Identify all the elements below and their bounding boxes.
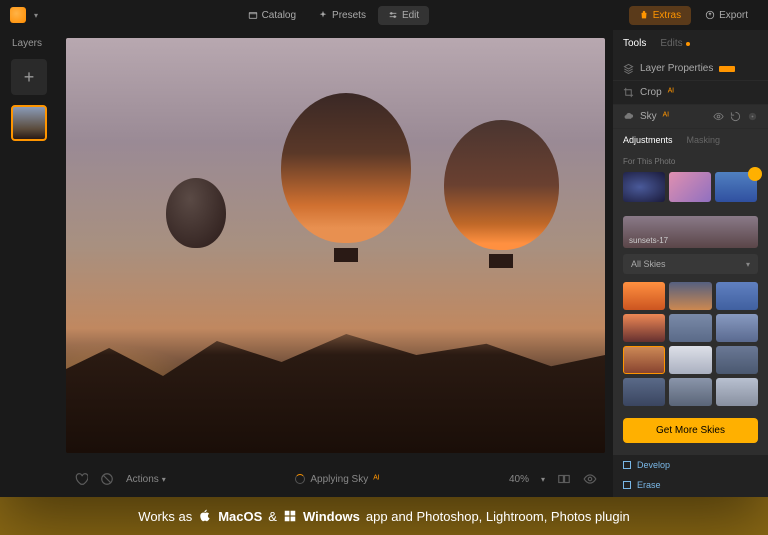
crop-icon [623,87,634,98]
app-window: ▾ Catalog Presets Edit Extras [0,0,768,497]
preview-icon[interactable] [583,472,597,486]
app-logo-icon[interactable] [10,7,26,23]
ai-badge: ᴬᴵ [373,474,379,485]
image-canvas[interactable] [66,38,605,453]
catalog-button[interactable]: Catalog [238,6,306,25]
develop-tool[interactable]: Develop [613,455,768,475]
layers-panel: Layers + [0,30,58,497]
balloon-3 [444,120,559,250]
sky-category-dropdown[interactable]: All Skies ▾ [623,254,758,274]
sub-tab-masking[interactable]: Masking [687,135,721,145]
mountains [66,313,605,453]
sky-thumb[interactable] [669,378,711,406]
export-button[interactable]: Export [695,6,758,25]
for-this-photo-label: For This Photo [613,151,768,169]
tab-edits[interactable]: Edits [660,38,689,49]
sky-thumb[interactable] [716,378,758,406]
edits-dot-icon [686,42,690,46]
status-indicator: Applying Sky ᴬᴵ [295,474,379,485]
export-label: Export [719,10,748,21]
sub-tab-adjustments[interactable]: Adjustments [623,135,673,145]
menu-icon[interactable] [747,111,758,122]
layers-title: Layers [8,38,42,49]
ai-badge: ᴬᴵ [663,111,669,122]
develop-icon [623,461,631,469]
layers-icon [623,63,634,74]
sky-thumb[interactable] [716,346,758,374]
current-sky-preset[interactable]: sunsets-17 [623,216,758,248]
sky-thumb[interactable] [623,314,665,342]
balloon-1 [166,178,226,248]
caption-windows: Windows [303,509,360,524]
export-icon [705,10,715,20]
canvas-area: Actions▾ Applying Sky ᴬᴵ 40%▾ [58,30,613,497]
erase-tool[interactable]: Erase [613,475,768,495]
caption-bar: Works as MacOS & Windows app and Photosh… [0,497,768,535]
edit-label: Edit [402,10,419,21]
view-switcher: Catalog Presets Edit [238,6,430,25]
favorite-icon[interactable] [74,472,88,486]
compare-icon[interactable] [557,472,571,486]
presets-button[interactable]: Presets [308,6,376,25]
ai-badge: ᴬᴵ [668,87,674,98]
erase-icon [623,481,631,489]
apple-icon [198,509,212,523]
zoom-level[interactable]: 40% [509,474,529,485]
caption-suffix: app and Photoshop, Lightroom, Photos plu… [366,509,630,524]
sky-thumb[interactable] [716,282,758,310]
presets-label: Presets [332,10,366,21]
spinner-icon [295,474,305,484]
layer-thumbnail[interactable] [11,105,47,141]
get-more-skies-button[interactable]: Get More Skies [623,418,758,443]
suggestion-thumb-1[interactable] [623,172,665,202]
layer-properties-row[interactable]: Layer Properties [613,57,768,81]
tools-panel: Tools Edits Layer Properties Crop ᴬᴵ Sky… [613,30,768,497]
caption-prefix: Works as [138,509,192,524]
windows-icon [283,509,297,523]
premium-badge-icon [748,167,762,181]
chevron-down-icon: ▾ [746,260,750,269]
sky-row[interactable]: Sky ᴬᴵ [613,105,768,129]
tab-tools[interactable]: Tools [623,38,646,49]
extras-label: Extras [653,10,681,21]
reset-icon[interactable] [730,111,741,122]
bag-icon [639,10,649,20]
sky-thumb[interactable] [623,378,665,406]
status-text: Applying Sky [310,474,368,485]
balloon-2 [281,93,411,243]
actions-dropdown[interactable]: Actions▾ [126,474,166,485]
bottom-toolbar: Actions▾ Applying Sky ᴬᴵ 40%▾ [58,461,613,497]
caption-amp: & [268,509,277,524]
sliders-icon [388,10,398,20]
cloud-icon [623,111,634,122]
sky-thumb-selected[interactable] [623,346,665,374]
menubar: ▾ Catalog Presets Edit Extras [0,0,768,30]
crop-row[interactable]: Crop ᴬᴵ [613,81,768,105]
sky-thumb[interactable] [623,282,665,310]
sky-thumb[interactable] [669,346,711,374]
new-badge-icon [719,66,735,72]
basket-3 [489,254,513,268]
extras-button[interactable]: Extras [629,6,691,25]
dropdown-caret-icon[interactable]: ▾ [34,11,38,20]
eye-icon[interactable] [713,111,724,122]
catalog-label: Catalog [262,10,296,21]
sky-grid [613,278,768,410]
sparkle-icon [318,10,328,20]
reject-icon[interactable] [100,472,114,486]
basket-2 [334,248,358,262]
sky-thumb[interactable] [669,314,711,342]
sky-thumb[interactable] [716,314,758,342]
sky-thumb[interactable] [669,282,711,310]
caption-macos: MacOS [218,509,262,524]
folder-icon [248,10,258,20]
edit-button[interactable]: Edit [378,6,429,25]
add-layer-button[interactable]: + [11,59,47,95]
suggestion-thumb-2[interactable] [669,172,711,202]
